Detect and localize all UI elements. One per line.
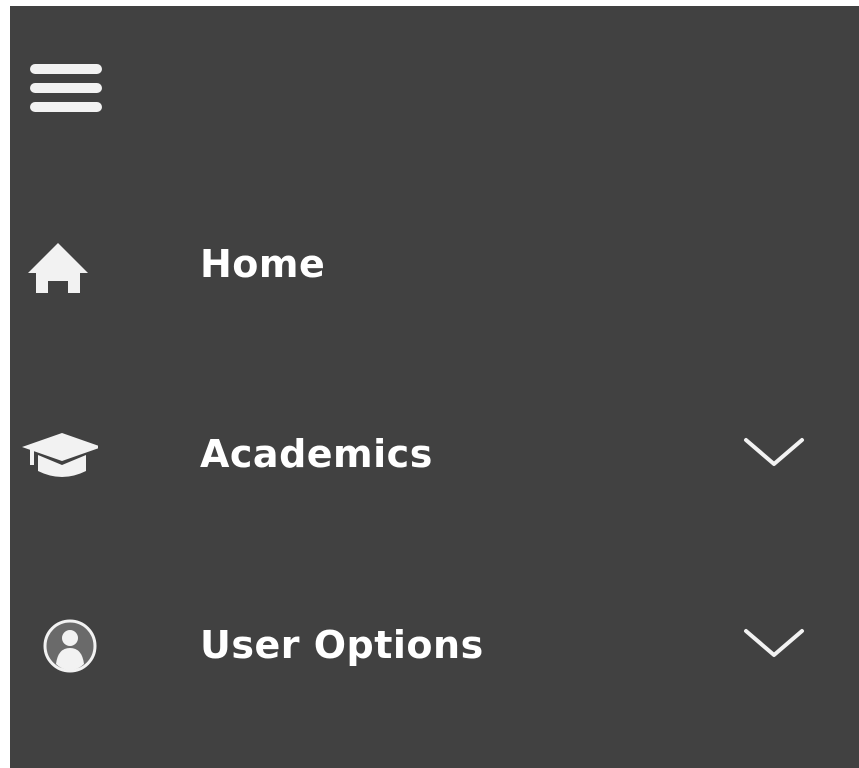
hamburger-menu-icon[interactable] — [30, 62, 104, 118]
hamburger-bar — [30, 102, 102, 112]
chevron-down-icon[interactable] — [740, 621, 808, 665]
graduation-cap-icon — [22, 433, 98, 477]
user-circle-icon — [43, 619, 97, 673]
chevron-down-icon[interactable] — [740, 430, 808, 474]
hamburger-bar — [30, 64, 102, 74]
sidebar-nav: Home Academics User Options — [10, 6, 859, 768]
sidebar-item-label: Home — [200, 242, 326, 286]
sidebar-item-user-options[interactable]: User Options — [10, 591, 859, 701]
sidebar-item-label: User Options — [200, 623, 484, 667]
sidebar-item-academics[interactable]: Academics — [10, 400, 859, 510]
sidebar-item-label: Academics — [200, 432, 433, 476]
sidebar-item-home[interactable]: Home — [10, 210, 859, 320]
hamburger-bar — [30, 83, 102, 93]
home-icon — [28, 243, 88, 293]
